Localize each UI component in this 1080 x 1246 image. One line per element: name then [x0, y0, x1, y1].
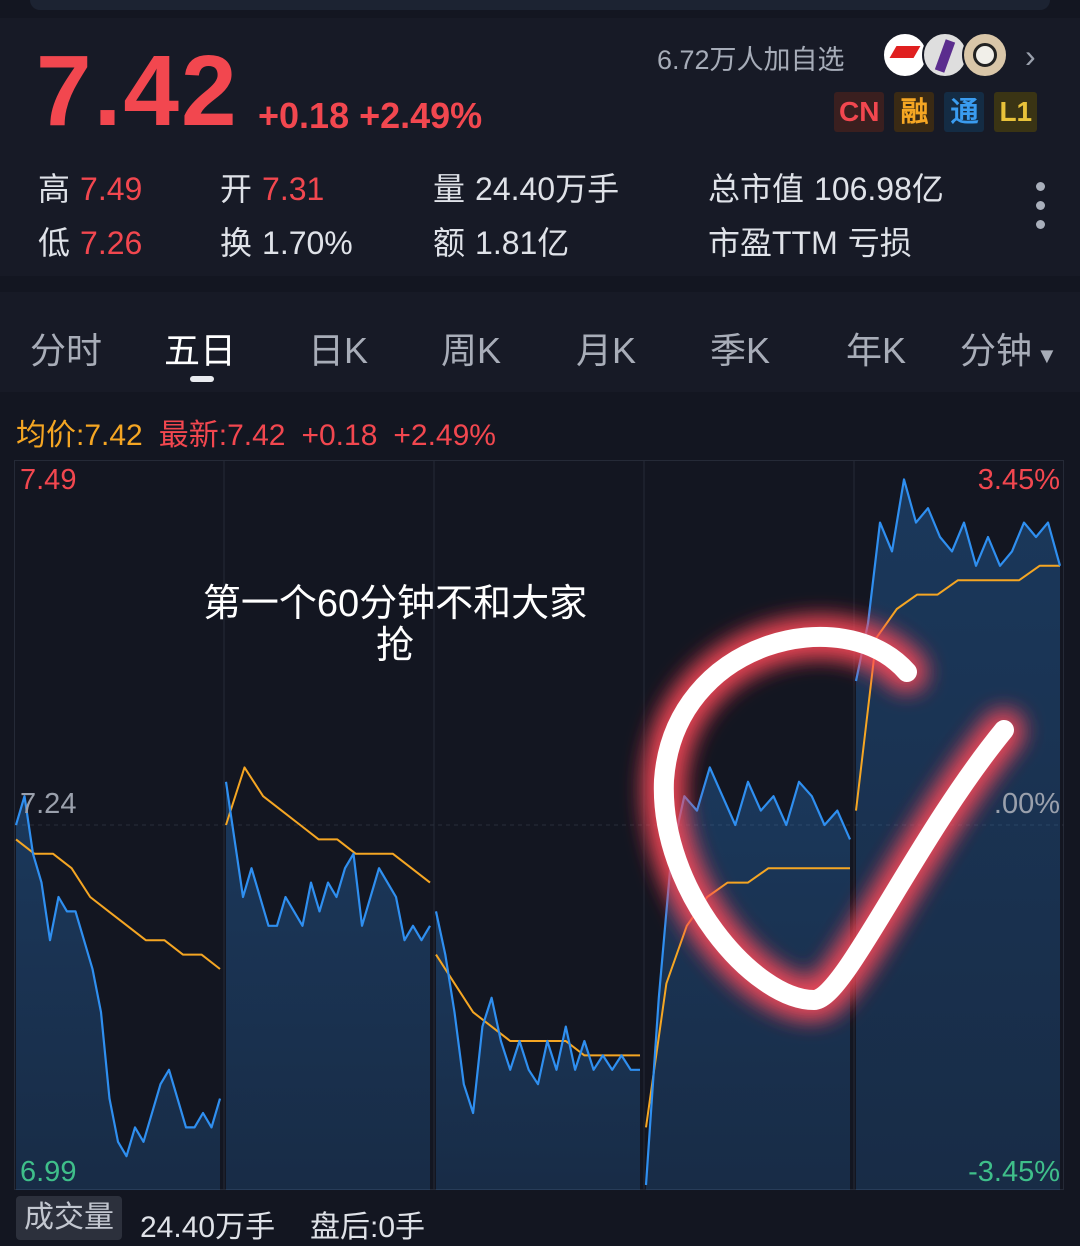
- y-axis-top-pct: 3.45%: [977, 464, 1060, 496]
- badge-margin: 融: [894, 92, 935, 132]
- watchers-count[interactable]: 6.72万人加自选: [657, 38, 845, 77]
- watcher-avatars[interactable]: [882, 32, 1012, 78]
- stat-low: 低 7.26: [38, 218, 142, 264]
- badge-l1: L1: [994, 92, 1038, 132]
- volume-bar: 成交量 24.40万手 盘后:0手: [0, 1192, 1080, 1244]
- price-area-day2: [226, 781, 430, 1190]
- stat-label: 量: [433, 171, 466, 207]
- stat-value: 1.81亿: [475, 225, 570, 261]
- change-value: +0.18: [258, 95, 350, 136]
- stat-amount: 额 1.81亿: [433, 218, 569, 264]
- volume-value: 24.40万手: [140, 1211, 276, 1244]
- tab-yearly-k[interactable]: 年K: [846, 322, 906, 374]
- caret-down-icon: ▼: [1036, 343, 1058, 368]
- stat-label: 开: [220, 171, 253, 207]
- chevron-right-icon[interactable]: ›: [1025, 38, 1036, 75]
- latest-percent: +2.49%: [393, 419, 496, 452]
- latest-price: 最新:7.42 +0.18 +2.49%: [159, 419, 512, 452]
- stat-open: 开 7.31: [220, 164, 324, 210]
- stat-value: 亏损: [847, 225, 912, 261]
- handwritten-note: 第一个60分钟不和大家抢: [202, 583, 588, 667]
- stat-value: 24.40万手: [475, 171, 620, 207]
- latest-label: 最新:7.42: [158, 419, 286, 452]
- latest-change: +0.18: [301, 419, 378, 452]
- active-tab-indicator: [190, 376, 214, 382]
- chart-info-line: 均价:7.42 最新:7.42 +0.18 +2.49%: [16, 410, 512, 454]
- avatar: [962, 32, 1008, 78]
- last-price: 7.42: [36, 35, 239, 147]
- chart-canvas: [14, 460, 1064, 1190]
- stat-value: 106.98亿: [814, 171, 944, 207]
- badge-connect: 通: [944, 92, 985, 132]
- change-percent: +2.49%: [359, 95, 483, 136]
- volume-indicator-button[interactable]: 成交量: [16, 1196, 122, 1240]
- tab-five-day[interactable]: 五日: [164, 322, 236, 374]
- price-change: +0.18 +2.49%: [258, 95, 492, 137]
- tab-intraday[interactable]: 分时: [30, 322, 102, 374]
- market-badges: CN 融通 L1: [834, 92, 1047, 132]
- stat-label: 低: [38, 225, 71, 261]
- stat-high: 高 7.49: [38, 164, 142, 210]
- more-vertical-icon[interactable]: [1030, 182, 1050, 234]
- stat-value: 7.49: [80, 171, 143, 207]
- average-line-day3: [435, 954, 640, 1057]
- price-area-day3: [436, 911, 640, 1190]
- stat-value: 7.31: [262, 171, 325, 207]
- stat-volume: 量 24.40万手: [433, 164, 619, 210]
- tab-daily-k[interactable]: 日K: [308, 322, 368, 374]
- stat-label: 总市值: [708, 171, 805, 207]
- y-axis-bottom-price: 6.99: [20, 1156, 77, 1188]
- y-axis-bottom-pct: -3.45%: [968, 1156, 1060, 1188]
- top-strip: [30, 0, 1050, 10]
- period-tabs: 分时 五日 日K 周K 月K 季K 年K 分钟 ▼: [0, 292, 1080, 392]
- tab-weekly-k[interactable]: 周K: [441, 322, 501, 374]
- price-area-day1: [16, 796, 220, 1190]
- y-axis-mid-pct: .00%: [993, 788, 1060, 820]
- tab-monthly-k[interactable]: 月K: [576, 322, 636, 374]
- y-axis-mid-price: 7.24: [20, 788, 77, 820]
- stat-value: 7.26: [80, 225, 143, 261]
- stat-pe-ttm: 市盈TTM 亏损: [708, 218, 912, 264]
- tab-minute[interactable]: 分钟 ▼: [960, 322, 1058, 374]
- tab-minute-label: 分钟: [960, 330, 1033, 371]
- five-day-chart[interactable]: 7.49 7.24 6.99 3.45% .00% -3.45%: [14, 460, 1064, 1190]
- stat-label: 高: [38, 171, 71, 207]
- after-hours-volume: 盘后:0手: [310, 1211, 426, 1244]
- price-area-day5: [856, 479, 1060, 1190]
- stat-turnover: 换 1.70%: [220, 218, 353, 264]
- stat-market-cap: 总市值 106.98亿: [708, 164, 944, 210]
- stat-value: 1.70%: [262, 225, 353, 261]
- average-price: 均价:7.42: [16, 419, 143, 452]
- y-axis-top-price: 7.49: [20, 464, 77, 496]
- stat-label: 换: [220, 225, 253, 261]
- tab-quarterly-k[interactable]: 季K: [710, 322, 770, 374]
- stat-label: 额: [433, 225, 466, 261]
- stat-label: 市盈TTM: [708, 225, 838, 261]
- badge-cn: CN: [834, 92, 885, 132]
